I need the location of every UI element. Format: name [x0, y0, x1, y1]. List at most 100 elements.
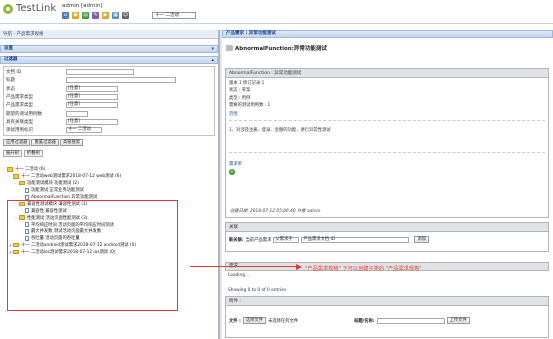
requirement-title: AbnormalFunction:异常功能测试 [226, 44, 327, 52]
tree-controls: 展开树 折叠树 [3, 150, 215, 158]
tree-node[interactable]: 功能测试 正常业务功能测试 [3, 187, 215, 194]
tree-node-label: 功能测试模块 功能测试 (2) [27, 181, 79, 187]
app-name: TestLink [16, 3, 57, 14]
filter-form: 文档 ID 标题 状态 [任意] 产品需求类型 [任意] 产品需求类型 [任意]… [3, 66, 215, 137]
filter-label: 具有关联类型 [6, 119, 33, 125]
filter-label: 期望的测试用例数 [6, 111, 42, 117]
logo-icon [3, 3, 13, 14]
annotation-text: "产品需求规格" 下可以创建子类的 "产品需求规格" [305, 266, 422, 272]
choose-file-button[interactable]: 选择文件 [242, 317, 266, 324]
collapse-tree-button[interactable]: 折叠树 [23, 150, 43, 158]
relations-header: 关联 [226, 223, 548, 232]
collapse-icon[interactable]: ▾ [211, 46, 214, 52]
filter-label: 产品需求类型 [6, 103, 33, 109]
gear-icon[interactable] [226, 45, 233, 51]
filter-row: 具有关联类型 [任意] [4, 118, 214, 126]
annotation-arrowhead [296, 263, 302, 270]
right-header: 产品需求 : 异常功能测试 [222, 30, 553, 38]
relation-doc-input[interactable]: 产品需求文档 ID [301, 236, 410, 243]
apply-filter-button[interactable]: 应用过滤器 [3, 139, 31, 147]
top-bar: TestLink admin [admin] ⌂ ▣ ▤ ✎ ▶ ▦ ☺ 十一 … [0, 0, 553, 24]
right-panel: 产品需求 : 异常功能测试 AbnormalFunction:异常功能测试 Ab… [222, 30, 553, 339]
add-icon[interactable]: + [229, 169, 235, 176]
filter-label: 状态 [6, 86, 15, 92]
tree-node[interactable]: - 十一 二活动web测试需求2018-07-12 web测试 (6) [3, 173, 215, 180]
loading-text: Loading... [228, 273, 250, 278]
requirement-title-text: AbnormalFunction:异常功能测试 [235, 46, 327, 52]
project-select[interactable]: 十一 二活动 [152, 12, 196, 19]
relation-type-select[interactable]: 父需求于 [273, 236, 300, 243]
type-text: 类型 : 用例 [229, 95, 251, 101]
status-text: 状态 : 草案 [229, 88, 251, 94]
home-icon[interactable]: ⌂ [62, 12, 69, 19]
filter-row: 标题 [4, 76, 214, 84]
testcase-id-input[interactable]: 十一 二活动 [66, 127, 102, 134]
execution-icon[interactable]: ▶ [102, 12, 109, 19]
relation-type-select[interactable]: [任意] [66, 118, 118, 125]
settings-panel-header[interactable]: 设置 ▾ [0, 45, 218, 53]
file-label: 文件 : [229, 318, 241, 324]
entries-info: Showing 0 to 0 of 0 entries [228, 288, 286, 293]
title-input[interactable] [376, 317, 445, 324]
annotation-arrow [190, 266, 298, 267]
version-text: 版本 1 修订记录 1 [229, 81, 265, 86]
nav-title: 导航 - 产品需求规格 [0, 30, 218, 39]
expected-count-input[interactable] [66, 110, 88, 117]
req-type-select-2[interactable]: [任意] [66, 102, 118, 109]
document-icon [25, 187, 29, 193]
doc-id-input[interactable] [66, 69, 134, 76]
user-name: admin [admin] [62, 3, 103, 9]
reset-filter-button[interactable]: 重置过滤器 [31, 139, 59, 147]
tree-node[interactable]: - 功能测试模块 功能测试 (2) [3, 180, 215, 187]
created-info: 创建日期: 2018-07-12 05:06:40 作者 admin [230, 209, 321, 214]
title-input[interactable] [66, 77, 176, 84]
filter-buttons: 应用过滤器 重置过滤器 高级搜索 [3, 139, 215, 147]
scope-text: 1、对涉及注册、登录、金额的功能，进行异常性测试 [229, 128, 331, 134]
testlink-logo[interactable]: TestLink [3, 3, 56, 14]
tree-node-label: 十一 二活动web测试需求2018-07-12 web测试 (6) [21, 174, 122, 180]
scope-label: 范围 [229, 112, 238, 118]
upload-row: 文件 : 选择文件 未选择任何文件 标题/名称: 上传文件 [226, 306, 548, 335]
advanced-search-button[interactable]: 高级搜索 [59, 139, 84, 147]
tree-node-label: 十一 二活动 (6) [15, 167, 46, 173]
filter-row: 期望的测试用例数 [4, 109, 214, 117]
title-label: 标题/名称: [354, 318, 375, 324]
filter-row: 产品需求类型 [任意] [4, 93, 214, 101]
attachments-box: 附件 : 文件 : 选择文件 未选择任何文件 标题/名称: 上传文件 [225, 296, 549, 338]
filter-row: 状态 [任意] [4, 85, 214, 93]
relation-label: 新关联: [229, 237, 244, 243]
relation-row: 新关联: 当前产品需求 父需求于 产品需求文档 ID 添加 [226, 232, 548, 247]
filter-row: 产品需求类型 [任意] [4, 101, 214, 109]
relation-current: 当前产品需求 [245, 237, 272, 243]
document-icon [25, 194, 29, 200]
filter-label: 产品需求类型 [6, 95, 33, 101]
filter-row: 测试用例标识 十一 二活动 [4, 126, 214, 134]
spec-box: AbnormalFunction : 异常功能测试 版本 1 修订记录 1 状态… [225, 68, 549, 218]
filter-label: 文档 ID [6, 70, 22, 76]
filter-row: 文档 ID [4, 68, 214, 76]
filters-panel-header[interactable]: 过滤器 ▴ [0, 56, 218, 64]
collapse-icon[interactable]: ▴ [211, 57, 214, 63]
user-icon[interactable]: ☺ [122, 12, 129, 19]
results-icon[interactable]: ▦ [112, 12, 119, 19]
upload-button[interactable]: 上传文件 [446, 317, 470, 324]
expand-tree-button[interactable]: 展开树 [3, 150, 22, 158]
desktop-icon[interactable]: ▣ [72, 12, 79, 19]
specification-icon[interactable]: ✎ [92, 12, 99, 19]
folder-icon [19, 180, 25, 186]
tree-node-label: 功能测试 正常业务功能测试 [31, 188, 84, 194]
attach-label: 需求单 [229, 162, 242, 168]
highlight-box [7, 200, 178, 311]
tree-node[interactable]: - 十一 二活动 (6) [3, 166, 215, 173]
req-type-select[interactable]: [任意] [66, 94, 118, 101]
status-select[interactable]: [任意] [66, 85, 118, 92]
add-relation-button[interactable]: 添加 [414, 236, 429, 243]
divider [229, 152, 545, 154]
expected-text: 需要的测试用例数 : 1 [229, 102, 271, 108]
filters-label: 过滤器 [4, 57, 18, 62]
attachments-header: 附件 : [226, 297, 548, 306]
filter-label: 标题 [6, 78, 15, 84]
requirements-icon[interactable]: ▤ [82, 12, 89, 19]
settings-label: 设置 [4, 46, 13, 51]
toolbar-icons: ⌂ ▣ ▤ ✎ ▶ ▦ ☺ [62, 12, 129, 19]
